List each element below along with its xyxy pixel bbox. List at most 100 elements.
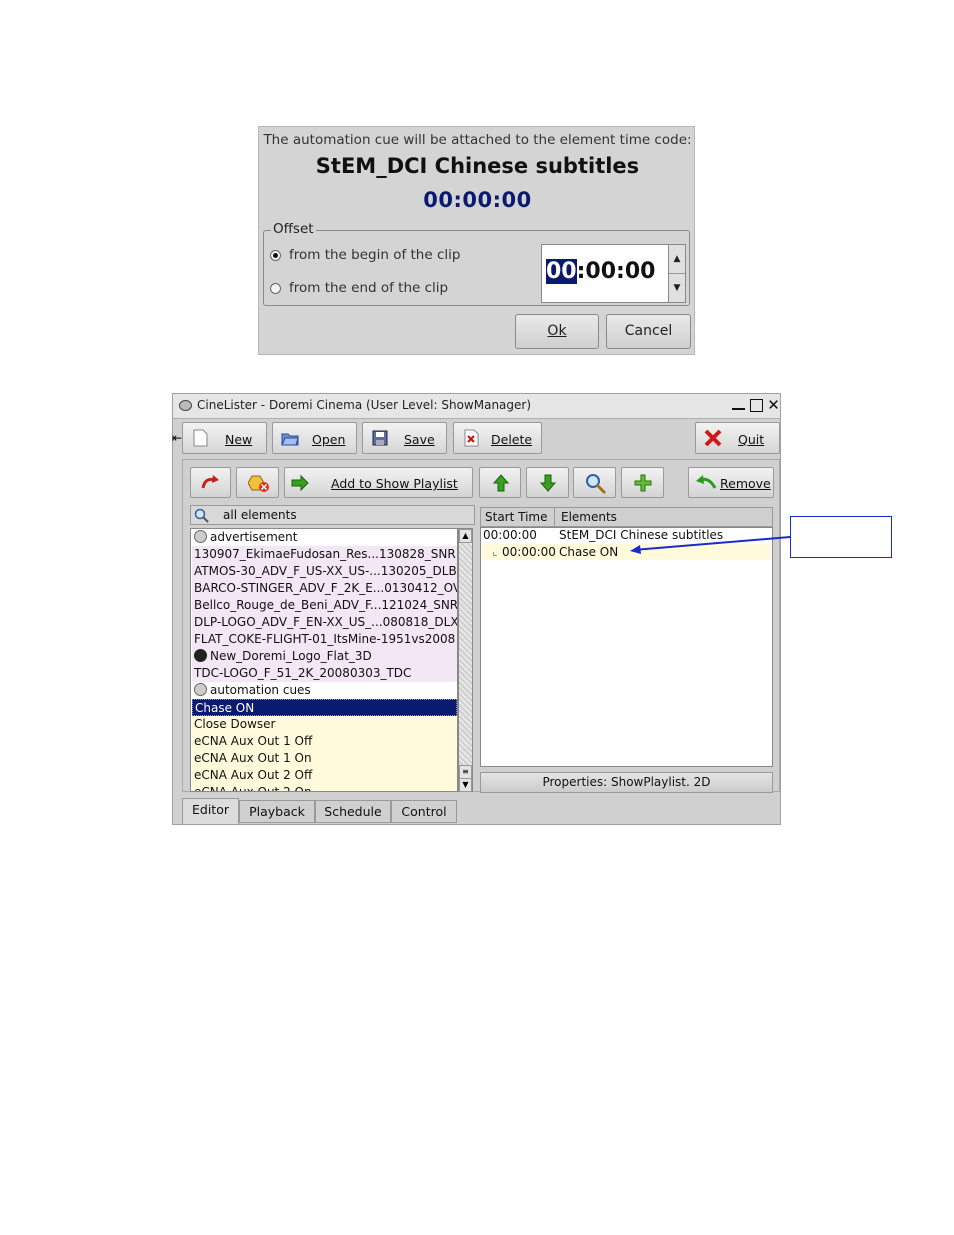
list-item-label: Close Dowser bbox=[194, 717, 276, 731]
save-label: Save bbox=[404, 432, 435, 447]
list-item-label: eCNA Aux Out 2 On bbox=[194, 785, 312, 792]
list-item[interactable]: TDC-LOGO_F_51_2K_20080303_TDC bbox=[192, 665, 457, 682]
minimize-icon[interactable] bbox=[732, 399, 745, 410]
callout-box bbox=[790, 516, 892, 558]
list-item[interactable]: advertisement bbox=[192, 529, 457, 546]
insert-button[interactable] bbox=[190, 467, 231, 498]
offset-timecode-input[interactable]: 00:00:00 bbox=[541, 244, 669, 303]
red-curved-arrow-icon bbox=[201, 475, 219, 489]
3d-badge-icon bbox=[194, 649, 207, 662]
list-item[interactable]: DLP-LOGO_ADV_F_EN-XX_US_...080818_DLX bbox=[192, 614, 457, 631]
element-filter[interactable]: all elements bbox=[190, 505, 475, 525]
list-item[interactable]: Bellco_Rouge_de_Beni_ADV_F...121024_SNR bbox=[192, 597, 457, 614]
col-start-time[interactable]: Start Time bbox=[485, 510, 548, 524]
green-down-arrow-icon bbox=[539, 474, 557, 492]
hexagon-delete-icon bbox=[248, 475, 269, 492]
callout-arrow-icon bbox=[630, 536, 791, 554]
open-button[interactable]: Open bbox=[272, 422, 357, 454]
cinelister-window: CineLister - Doremi Cinema (User Level: … bbox=[172, 393, 781, 825]
list-item[interactable]: automation cues bbox=[192, 682, 457, 699]
cue-element: Chase ON bbox=[559, 545, 619, 559]
scroll-up-icon[interactable]: ▲ bbox=[459, 529, 472, 543]
move-up-button[interactable] bbox=[479, 467, 521, 498]
radio-begin-of-clip[interactable] bbox=[270, 250, 281, 261]
list-item[interactable]: FLAT_COKE-FLIGHT-01_ItsMine-1951vs2008 bbox=[192, 631, 457, 648]
quit-button[interactable]: Quit bbox=[695, 422, 780, 454]
add-to-show-playlist-button[interactable]: Add to Show Playlist bbox=[284, 467, 473, 498]
cue-start-time: 00:00:00 bbox=[502, 545, 556, 559]
list-item[interactable]: eCNA Aux Out 2 Off bbox=[192, 767, 457, 784]
cancel-button[interactable]: Cancel bbox=[606, 314, 691, 349]
green-back-arrow-icon bbox=[696, 475, 717, 489]
properties-button[interactable]: Properties: ShowPlaylist. 2D bbox=[480, 772, 773, 793]
list-item-label: TDC-LOGO_F_51_2K_20080303_TDC bbox=[194, 666, 412, 680]
list-item-label: BARCO-STINGER_ADV_F_2K_E...0130412_OV bbox=[194, 581, 457, 595]
move-down-button[interactable] bbox=[526, 467, 569, 498]
scroll-down-icon[interactable]: ▼ bbox=[459, 778, 472, 792]
cancel-label: Cancel bbox=[624, 323, 673, 339]
resize-cursor-icon: ⇤ bbox=[172, 431, 183, 445]
element-name: StEM_DCI Chinese subtitles bbox=[315, 154, 640, 178]
radio-begin-label[interactable]: from the begin of the clip bbox=[289, 247, 460, 263]
new-document-icon bbox=[193, 429, 208, 447]
list-item[interactable]: Chase ON bbox=[192, 699, 457, 716]
remove-button[interactable]: Remove bbox=[688, 467, 774, 498]
list-item[interactable]: eCNA Aux Out 1 On bbox=[192, 750, 457, 767]
green-up-arrow-icon bbox=[492, 474, 510, 492]
scroll-handle[interactable]: ≡ bbox=[459, 765, 472, 779]
ok-button[interactable]: Ok bbox=[515, 314, 599, 349]
save-button[interactable]: Save bbox=[362, 422, 447, 454]
list-item-label: Chase ON bbox=[195, 701, 255, 715]
offset-timecode-value[interactable]: 00:00:00 bbox=[546, 259, 655, 284]
list-item[interactable]: BARCO-STINGER_ADV_F_2K_E...0130412_OV bbox=[192, 580, 457, 597]
element-list-scrollbar[interactable]: ▲ ≡ ▼ bbox=[458, 528, 473, 792]
list-item-label: FLAT_COKE-FLIGHT-01_ItsMine-1951vs2008 bbox=[194, 632, 456, 646]
col-divider bbox=[554, 508, 555, 526]
list-item-label: 130907_EkimaeFudosan_Res...130828_SNR bbox=[194, 547, 456, 561]
radio-end-label[interactable]: from the end of the clip bbox=[289, 280, 448, 296]
close-icon[interactable]: ✕ bbox=[767, 398, 780, 413]
tab-editor[interactable]: Editor bbox=[182, 798, 239, 824]
quit-label: Quit bbox=[738, 432, 765, 447]
add-button[interactable] bbox=[621, 467, 664, 498]
film-reel-icon bbox=[179, 400, 192, 411]
list-item[interactable]: ATMOS-30_ADV_F_US-XX_US-...130205_DLB bbox=[192, 563, 457, 580]
list-item-label: Bellco_Rouge_de_Beni_ADV_F...121024_SNR bbox=[194, 598, 457, 612]
open-folder-icon bbox=[281, 433, 299, 446]
list-item-label: DLP-LOGO_ADV_F_EN-XX_US_...080818_DLX bbox=[194, 615, 457, 629]
automation-cue-dialog: The automation cue will be attached to t… bbox=[258, 126, 695, 355]
list-item[interactable]: 130907_EkimaeFudosan_Res...130828_SNR bbox=[192, 546, 457, 563]
window-title: CineLister - Doremi Cinema (User Level: … bbox=[197, 398, 532, 412]
playlist-table[interactable] bbox=[480, 527, 773, 767]
maximize-icon[interactable] bbox=[750, 399, 763, 412]
radio-end-of-clip[interactable] bbox=[270, 283, 281, 294]
tab-control[interactable]: Control bbox=[391, 800, 457, 823]
quit-x-icon bbox=[704, 429, 722, 447]
green-plus-icon bbox=[634, 474, 652, 492]
list-item[interactable]: eCNA Aux Out 2 On bbox=[192, 784, 457, 792]
element-timecode: 00:00:00 bbox=[423, 188, 532, 212]
spin-up-arrow-icon[interactable]: ▲ bbox=[669, 245, 685, 274]
delete-button[interactable]: Delete bbox=[453, 422, 542, 454]
ok-label: Ok bbox=[547, 323, 567, 339]
title-bar[interactable]: CineLister - Doremi Cinema (User Level: … bbox=[173, 394, 780, 419]
filter-label: all elements bbox=[223, 508, 297, 522]
add-to-playlist-label: Add to Show Playlist bbox=[331, 476, 458, 491]
dialog-message: The automation cue will be attached to t… bbox=[263, 132, 692, 148]
element-list[interactable]: advertisement 130907_EkimaeFudosan_Res...… bbox=[190, 528, 458, 792]
col-elements[interactable]: Elements bbox=[561, 510, 617, 524]
playlist-header: Start Time Elements bbox=[480, 507, 773, 527]
list-item-label: automation cues bbox=[210, 683, 311, 697]
list-item[interactable]: New_Doremi_Logo_Flat_3D bbox=[192, 648, 457, 665]
timecode-rest: :00:00 bbox=[576, 259, 656, 284]
tree-connector: ⌞ bbox=[492, 544, 498, 558]
tab-schedule[interactable]: Schedule bbox=[315, 800, 391, 823]
remove-element-button[interactable] bbox=[236, 467, 279, 498]
list-item[interactable]: Close Dowser bbox=[192, 716, 457, 733]
spin-down-arrow-icon[interactable]: ▼ bbox=[669, 274, 685, 302]
tab-playback[interactable]: Playback bbox=[239, 800, 315, 823]
delete-document-icon bbox=[464, 429, 479, 447]
list-item[interactable]: eCNA Aux Out 1 Off bbox=[192, 733, 457, 750]
new-button[interactable]: New bbox=[182, 422, 267, 454]
zoom-button[interactable] bbox=[573, 467, 616, 498]
